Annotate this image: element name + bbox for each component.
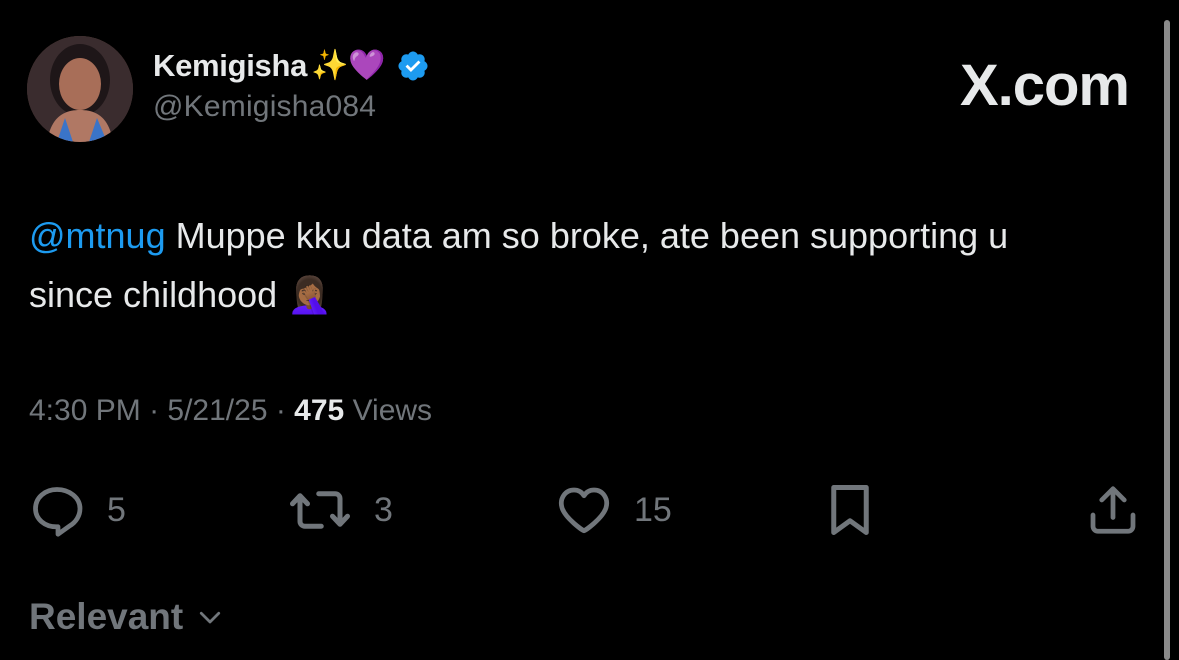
scrollbar[interactable] [1164, 20, 1170, 660]
reply-sort-dropdown[interactable]: Relevant [29, 596, 225, 638]
reply-icon [33, 487, 83, 537]
meta-separator: · [140, 394, 168, 427]
heart-icon [558, 487, 610, 534]
bookmark-button[interactable] [822, 478, 878, 542]
share-button[interactable] [1083, 478, 1143, 542]
action-bar: 5 3 15 [0, 478, 1179, 542]
tweet-time[interactable]: 4:30 PM [29, 394, 141, 427]
tweet-body: Muppe kku data am so broke, ate been sup… [29, 215, 1009, 315]
tweet-date[interactable]: 5/21/25 [167, 394, 267, 427]
avatar-image [27, 36, 133, 142]
views-label: Views [344, 394, 433, 427]
brand-logo: X.com [959, 52, 1130, 119]
reply-count: 5 [107, 490, 126, 529]
repost-button[interactable]: 3 [286, 478, 393, 542]
meta-separator: · [267, 394, 295, 427]
verified-badge-icon [396, 49, 430, 83]
like-count: 15 [634, 490, 672, 529]
chevron-down-icon [200, 611, 221, 624]
display-name[interactable]: Kemigisha [153, 48, 307, 84]
bookmark-icon [831, 485, 869, 535]
share-icon [1090, 486, 1136, 534]
name-emojis: ✨💜 [311, 49, 386, 82]
repost-icon [290, 491, 350, 529]
views-count[interactable]: 475 [294, 394, 344, 427]
facepalm-emoji: 🤦🏾‍♀️ [287, 274, 332, 315]
tweet-meta: 4:30 PM · 5/21/25 · 475 Views [29, 394, 432, 428]
sort-label: Relevant [29, 596, 184, 637]
tweet-text: @mtnug Muppe kku data am so broke, ate b… [29, 206, 1029, 324]
author-handle[interactable]: @Kemigisha084 [153, 90, 430, 124]
mention-link[interactable]: @mtnug [29, 215, 166, 256]
like-button[interactable]: 15 [554, 478, 672, 542]
avatar[interactable] [27, 36, 133, 142]
author-block: Kemigisha ✨💜 @Kemigisha084 [153, 44, 430, 124]
name-row: Kemigisha ✨💜 [153, 44, 430, 88]
reply-button[interactable]: 5 [27, 478, 126, 542]
repost-count: 3 [374, 490, 393, 529]
brand-label: X.com [959, 53, 1130, 118]
